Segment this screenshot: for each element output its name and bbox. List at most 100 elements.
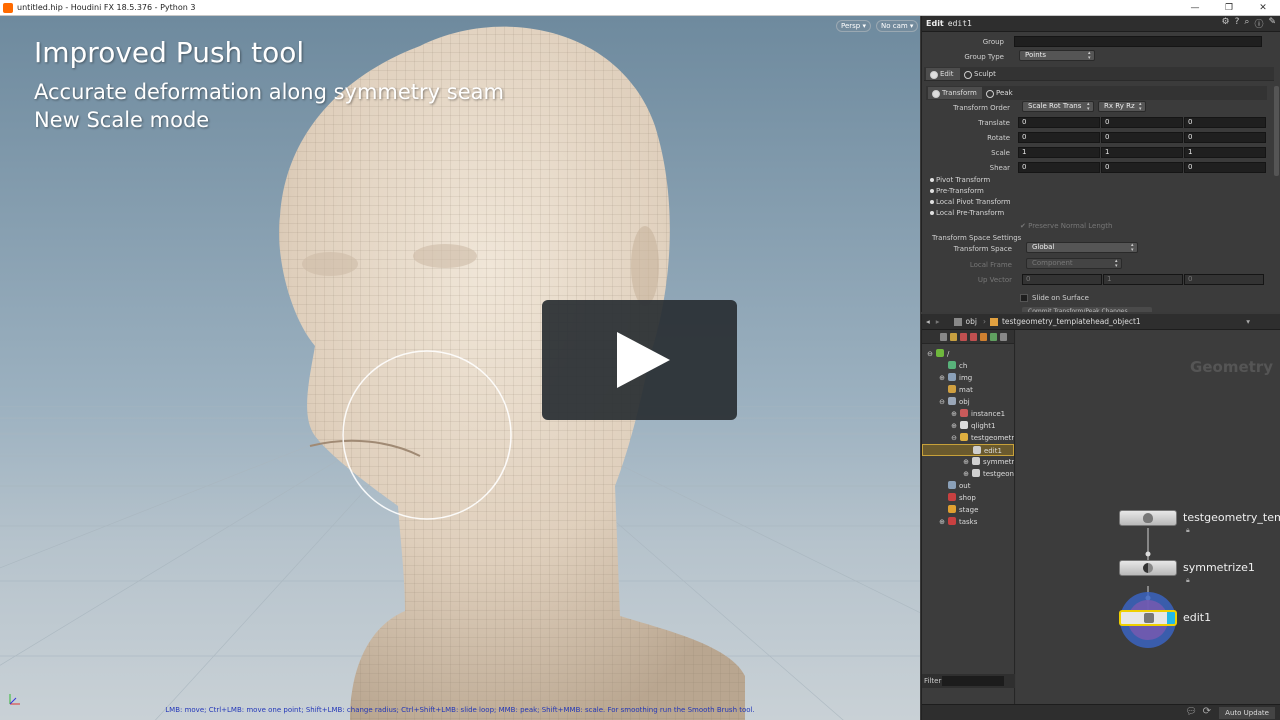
tree-expand-icon[interactable]: ⊕: [950, 420, 958, 432]
tree-item-6[interactable]: ⊕ qlight1: [950, 420, 1014, 432]
tree-tool-icon[interactable]: [940, 332, 947, 341]
node-edit1[interactable]: [1119, 610, 1177, 626]
tree-item-14[interactable]: ⊕ tasks: [938, 516, 1014, 528]
tree-item-label: instance1: [971, 410, 1006, 418]
shear-x-field[interactable]: 0: [1018, 162, 1100, 173]
node-name-field[interactable]: edit1: [948, 19, 972, 28]
node-label-edit1: edit1: [1183, 611, 1212, 624]
path-segment-node[interactable]: testgeometry_templatehead_object1: [1002, 317, 1141, 326]
up-vector-label: Up Vector: [977, 276, 1012, 284]
up-vector-z-field[interactable]: 0: [1184, 274, 1264, 285]
path-dropdown-icon[interactable]: ▾: [1246, 317, 1250, 326]
tree-item-12[interactable]: shop: [938, 492, 1014, 504]
shear-y-field[interactable]: 0: [1101, 162, 1183, 173]
tree-item-7[interactable]: ⊖ testgeometr: [950, 432, 1014, 444]
comment-icon[interactable]: 💬︎: [1186, 707, 1197, 717]
tree-expand-icon[interactable]: ⊕: [938, 372, 946, 384]
tree-expand-icon[interactable]: ⊕: [962, 468, 970, 480]
node-type-icon: [948, 517, 956, 525]
rotate-z-field[interactable]: 0: [1184, 132, 1266, 143]
tree-tool-icon[interactable]: [980, 332, 987, 341]
tree-item-label: shop: [959, 494, 976, 502]
tree-item-9[interactable]: ⊕ symmetr: [962, 456, 1014, 468]
search-icon[interactable]: ⌕: [1244, 17, 1249, 30]
node-network-canvas[interactable]: Geometry testgeometry_tem symmetrize1 🔒︎: [1016, 330, 1280, 704]
param-scrollbar[interactable]: [1274, 86, 1279, 176]
title-bar: untitled.hip - Houdini FX 18.5.376 - Pyt…: [0, 0, 1280, 16]
pivot-transform-folder[interactable]: Pivot Transform: [922, 176, 990, 184]
wrench-icon[interactable]: ✎: [1268, 17, 1276, 30]
tree-tool-icon[interactable]: [990, 332, 997, 341]
tree-item-13[interactable]: stage: [938, 504, 1014, 516]
local-pivot-transform-folder[interactable]: Local Pivot Transform: [922, 198, 1011, 206]
tree-item-10[interactable]: ⊕ testgeon: [962, 468, 1014, 480]
auto-update-button[interactable]: Auto Update: [1219, 707, 1275, 719]
tree-item-3[interactable]: mat: [938, 384, 1014, 396]
scene-viewport[interactable]: Improved Push tool Accurate deformation …: [0, 16, 920, 720]
maximize-button[interactable]: ❐: [1212, 3, 1246, 13]
tree-toolbar: [922, 330, 1014, 344]
tree-expand-icon[interactable]: ⊖: [950, 432, 958, 444]
tab-peak[interactable]: Peak: [982, 87, 1020, 99]
no-cam-button[interactable]: No cam ▾: [876, 20, 919, 32]
group-input[interactable]: [1014, 36, 1262, 47]
commit-transform-button[interactable]: Commit Transform/Peak Changes: [1022, 307, 1152, 312]
scale-x-field[interactable]: 1: [1018, 147, 1100, 158]
forward-arrow-icon[interactable]: ▸: [936, 317, 940, 326]
translate-x-field[interactable]: 0: [1018, 117, 1100, 128]
rotate-x-field[interactable]: 0: [1018, 132, 1100, 143]
transform-order-dropdown[interactable]: Scale Rot Trans: [1022, 101, 1094, 112]
tree-item-0[interactable]: ⊖ /: [926, 348, 1014, 360]
up-vector-x-field[interactable]: 0: [1022, 274, 1102, 285]
rotation-order-dropdown[interactable]: Rx Ry Rz: [1098, 101, 1146, 112]
node-symmetrize[interactable]: [1119, 560, 1177, 576]
tab-transform[interactable]: Transform: [928, 87, 982, 99]
tree-expand-icon[interactable]: ⊖: [938, 396, 946, 408]
tree-tool-icon[interactable]: [970, 332, 977, 341]
scale-z-field[interactable]: 1: [1184, 147, 1266, 158]
transform-space-dropdown[interactable]: Global: [1026, 242, 1138, 253]
close-button[interactable]: ✕: [1246, 3, 1280, 13]
info-icon[interactable]: ⓘ: [1254, 17, 1263, 30]
path-segment-obj[interactable]: obj: [966, 317, 977, 326]
tree-item-8[interactable]: edit1: [922, 444, 1014, 456]
refresh-icon[interactable]: ⟳: [1203, 706, 1211, 717]
tree-tool-icon[interactable]: [1000, 332, 1007, 341]
back-arrow-icon[interactable]: ◂: [926, 317, 930, 326]
persp-camera-button[interactable]: Persp ▾: [836, 20, 871, 32]
lock-icon[interactable]: 🔒︎: [1186, 576, 1190, 585]
up-vector-y-field[interactable]: 1: [1103, 274, 1183, 285]
tree-item-4[interactable]: ⊖ obj: [938, 396, 1014, 408]
scale-y-field[interactable]: 1: [1101, 147, 1183, 158]
tree-tool-icon[interactable]: [960, 332, 967, 341]
tree-item-1[interactable]: ch: [938, 360, 1014, 372]
tree-expand-icon[interactable]: ⊕: [950, 408, 958, 420]
local-pre-transform-folder[interactable]: Local Pre-Transform: [922, 209, 1004, 217]
tree-item-5[interactable]: ⊕ instance1: [950, 408, 1014, 420]
rotate-y-field[interactable]: 0: [1101, 132, 1183, 143]
gear-icon[interactable]: ⚙: [1222, 17, 1230, 30]
tree-item-2[interactable]: ⊕ img: [938, 372, 1014, 384]
filter-input[interactable]: [942, 676, 1004, 686]
translate-y-field[interactable]: 0: [1101, 117, 1183, 128]
tree-expand-icon[interactable]: ⊕: [938, 516, 946, 528]
lock-icon[interactable]: 🔒︎: [1186, 526, 1190, 535]
tree-expand-icon[interactable]: ⊖: [926, 348, 934, 360]
tree-item-11[interactable]: out: [938, 480, 1014, 492]
group-type-dropdown[interactable]: Points: [1019, 50, 1095, 61]
preserve-normal-length-toggle[interactable]: ✔ Preserve Normal Length: [1020, 222, 1112, 230]
video-play-button[interactable]: [542, 300, 737, 420]
tree-tool-icon[interactable]: [950, 332, 957, 341]
tab-sculpt[interactable]: Sculpt: [960, 68, 1004, 80]
minimize-button[interactable]: —: [1178, 3, 1212, 13]
local-frame-dropdown[interactable]: Component: [1026, 258, 1122, 269]
help-icon[interactable]: ?: [1235, 17, 1240, 30]
pre-transform-folder[interactable]: Pre-Transform: [922, 187, 984, 195]
tab-edit[interactable]: Edit: [926, 68, 960, 80]
shear-z-field[interactable]: 0: [1184, 162, 1266, 173]
node-testgeometry[interactable]: [1119, 510, 1177, 526]
translate-z-field[interactable]: 0: [1184, 117, 1266, 128]
slide-on-surface-label: Slide on Surface: [1032, 294, 1089, 302]
slide-on-surface-checkbox[interactable]: [1020, 294, 1028, 302]
tree-expand-icon[interactable]: ⊕: [962, 456, 970, 468]
